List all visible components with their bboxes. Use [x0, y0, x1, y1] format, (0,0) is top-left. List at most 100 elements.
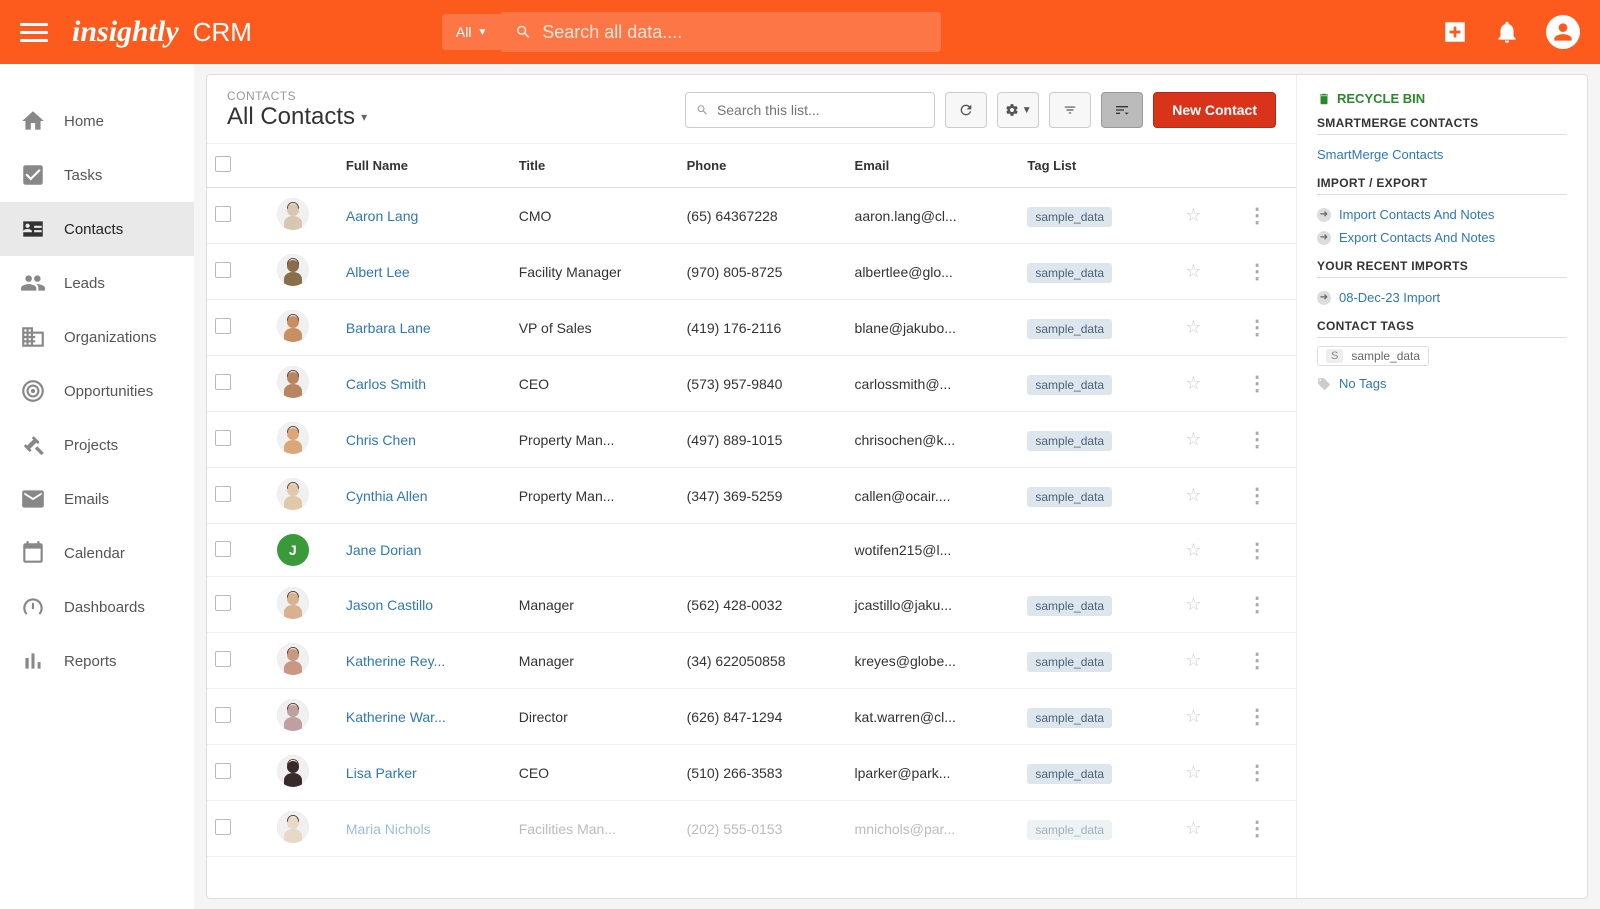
- star-icon[interactable]: ☆: [1185, 205, 1201, 225]
- hamburger-menu-icon[interactable]: [20, 18, 48, 46]
- notifications-icon[interactable]: [1494, 19, 1520, 45]
- sidebar-item-contacts[interactable]: Contacts: [0, 202, 194, 256]
- star-icon[interactable]: ☆: [1185, 540, 1201, 560]
- smartmerge-link[interactable]: SmartMerge Contacts: [1317, 143, 1567, 166]
- star-icon[interactable]: ☆: [1185, 485, 1201, 505]
- sidebar-item-emails[interactable]: Emails: [0, 472, 194, 526]
- tag-badge[interactable]: sample_data: [1027, 764, 1112, 784]
- contact-name-link[interactable]: Jane Dorian: [346, 542, 422, 558]
- contact-name-link[interactable]: Maria Nichols: [346, 821, 431, 837]
- table-row[interactable]: Barbara LaneVP of Sales(419) 176-2116bla…: [207, 300, 1296, 356]
- table-row[interactable]: Jason CastilloManager(562) 428-0032jcast…: [207, 577, 1296, 633]
- row-checkbox[interactable]: [215, 763, 231, 779]
- row-menu-icon[interactable]: ⋮: [1247, 317, 1267, 339]
- view-selector[interactable]: All Contacts ▾: [227, 103, 675, 131]
- col-tag-list[interactable]: Tag List: [1019, 144, 1177, 188]
- filter-button[interactable]: [1049, 92, 1091, 128]
- sidebar-item-home[interactable]: Home: [0, 94, 194, 148]
- row-menu-icon[interactable]: ⋮: [1247, 650, 1267, 672]
- contact-name-link[interactable]: Katherine Rey...: [346, 653, 445, 669]
- table-row[interactable]: Katherine War...Director(626) 847-1294ka…: [207, 689, 1296, 745]
- contact-name-link[interactable]: Jason Castillo: [346, 597, 433, 613]
- table-row[interactable]: Lisa ParkerCEO(510) 266-3583lparker@park…: [207, 745, 1296, 801]
- row-menu-icon[interactable]: ⋮: [1247, 762, 1267, 784]
- star-icon[interactable]: ☆: [1185, 317, 1201, 337]
- tag-badge[interactable]: sample_data: [1027, 431, 1112, 451]
- tag-badge[interactable]: sample_data: [1027, 820, 1112, 840]
- sidebar-item-calendar[interactable]: Calendar: [0, 526, 194, 580]
- star-icon[interactable]: ☆: [1185, 594, 1201, 614]
- tag-filter-sample-data[interactable]: S sample_data: [1317, 346, 1429, 366]
- row-menu-icon[interactable]: ⋮: [1247, 540, 1267, 562]
- recycle-bin-link[interactable]: RECYCLE BIN: [1317, 91, 1567, 106]
- settings-button[interactable]: ▼: [997, 92, 1039, 128]
- sidebar-item-reports[interactable]: Reports: [0, 634, 194, 688]
- row-checkbox[interactable]: [215, 651, 231, 667]
- sidebar-item-dashboards[interactable]: Dashboards: [0, 580, 194, 634]
- tag-badge[interactable]: sample_data: [1027, 319, 1112, 339]
- table-row[interactable]: JJane Dorianwotifen215@l...☆⋮: [207, 524, 1296, 577]
- tag-badge[interactable]: sample_data: [1027, 375, 1112, 395]
- row-menu-icon[interactable]: ⋮: [1247, 818, 1267, 840]
- tag-badge[interactable]: sample_data: [1027, 487, 1112, 507]
- tag-badge[interactable]: sample_data: [1027, 207, 1112, 227]
- select-all-checkbox[interactable]: [215, 156, 231, 172]
- row-checkbox[interactable]: [215, 206, 231, 222]
- col-full-name[interactable]: Full Name: [338, 144, 511, 188]
- sidebar-item-organizations[interactable]: Organizations: [0, 310, 194, 364]
- table-row[interactable]: Chris ChenProperty Man...(497) 889-1015c…: [207, 412, 1296, 468]
- recent-import-link[interactable]: ➜08-Dec-23 Import: [1317, 286, 1567, 309]
- star-icon[interactable]: ☆: [1185, 261, 1201, 281]
- row-checkbox[interactable]: [215, 430, 231, 446]
- row-menu-icon[interactable]: ⋮: [1247, 261, 1267, 283]
- star-icon[interactable]: ☆: [1185, 650, 1201, 670]
- sidebar-item-opportunities[interactable]: Opportunities: [0, 364, 194, 418]
- list-search-input[interactable]: [717, 102, 924, 118]
- star-icon[interactable]: ☆: [1185, 762, 1201, 782]
- star-icon[interactable]: ☆: [1185, 818, 1201, 838]
- contact-name-link[interactable]: Chris Chen: [346, 432, 416, 448]
- col-title[interactable]: Title: [511, 144, 679, 188]
- row-menu-icon[interactable]: ⋮: [1247, 485, 1267, 507]
- row-checkbox[interactable]: [215, 486, 231, 502]
- new-contact-button[interactable]: New Contact: [1153, 92, 1276, 128]
- row-menu-icon[interactable]: ⋮: [1247, 594, 1267, 616]
- no-tags-link[interactable]: No Tags: [1317, 376, 1567, 391]
- sidebar-item-projects[interactable]: Projects: [0, 418, 194, 472]
- sort-button[interactable]: [1101, 92, 1143, 128]
- import-link[interactable]: ➜Import Contacts And Notes: [1317, 203, 1567, 226]
- table-row[interactable]: Katherine Rey...Manager(34) 622050858kre…: [207, 633, 1296, 689]
- contact-name-link[interactable]: Carlos Smith: [346, 376, 426, 392]
- global-search-input[interactable]: [542, 22, 927, 43]
- contact-name-link[interactable]: Katherine War...: [346, 709, 446, 725]
- user-avatar[interactable]: [1546, 15, 1580, 49]
- contact-name-link[interactable]: Lisa Parker: [346, 765, 417, 781]
- tag-badge[interactable]: sample_data: [1027, 263, 1112, 283]
- export-link[interactable]: ➜Export Contacts And Notes: [1317, 226, 1567, 249]
- star-icon[interactable]: ☆: [1185, 706, 1201, 726]
- sidebar-item-leads[interactable]: Leads: [0, 256, 194, 310]
- row-checkbox[interactable]: [215, 595, 231, 611]
- row-checkbox[interactable]: [215, 262, 231, 278]
- contact-name-link[interactable]: Cynthia Allen: [346, 488, 428, 504]
- row-menu-icon[interactable]: ⋮: [1247, 706, 1267, 728]
- global-search[interactable]: [501, 12, 941, 52]
- add-new-icon[interactable]: [1442, 19, 1468, 45]
- sidebar-item-tasks[interactable]: Tasks: [0, 148, 194, 202]
- table-row[interactable]: Maria NicholsFacilities Man...(202) 555-…: [207, 801, 1296, 857]
- contact-name-link[interactable]: Albert Lee: [346, 264, 410, 280]
- row-checkbox[interactable]: [215, 819, 231, 835]
- row-menu-icon[interactable]: ⋮: [1247, 205, 1267, 227]
- tag-badge[interactable]: sample_data: [1027, 708, 1112, 728]
- row-menu-icon[interactable]: ⋮: [1247, 373, 1267, 395]
- table-row[interactable]: Cynthia AllenProperty Man...(347) 369-52…: [207, 468, 1296, 524]
- row-checkbox[interactable]: [215, 541, 231, 557]
- list-search[interactable]: [685, 92, 935, 128]
- row-checkbox[interactable]: [215, 374, 231, 390]
- star-icon[interactable]: ☆: [1185, 429, 1201, 449]
- row-checkbox[interactable]: [215, 318, 231, 334]
- contact-name-link[interactable]: Barbara Lane: [346, 320, 431, 336]
- tag-badge[interactable]: sample_data: [1027, 596, 1112, 616]
- table-row[interactable]: Carlos SmithCEO(573) 957-9840carlossmith…: [207, 356, 1296, 412]
- col-email[interactable]: Email: [847, 144, 1020, 188]
